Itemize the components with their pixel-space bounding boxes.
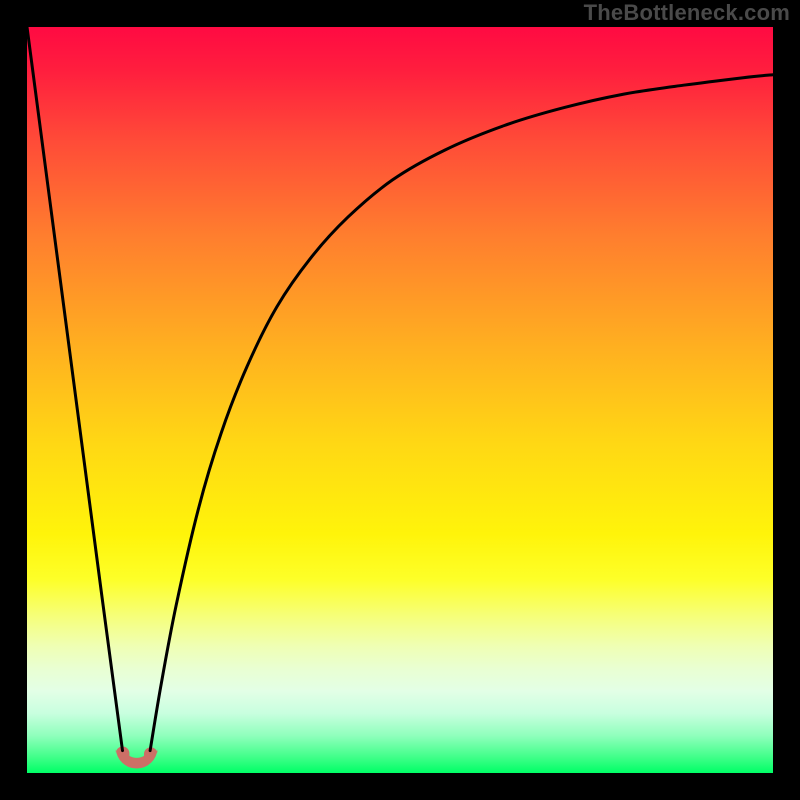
plot-area: [27, 27, 773, 773]
left-branch-line: [27, 27, 123, 751]
watermark-text: TheBottleneck.com: [584, 0, 790, 26]
chart-frame: TheBottleneck.com: [0, 0, 800, 800]
curve-layer: [27, 27, 773, 773]
right-branch-line: [150, 75, 773, 751]
